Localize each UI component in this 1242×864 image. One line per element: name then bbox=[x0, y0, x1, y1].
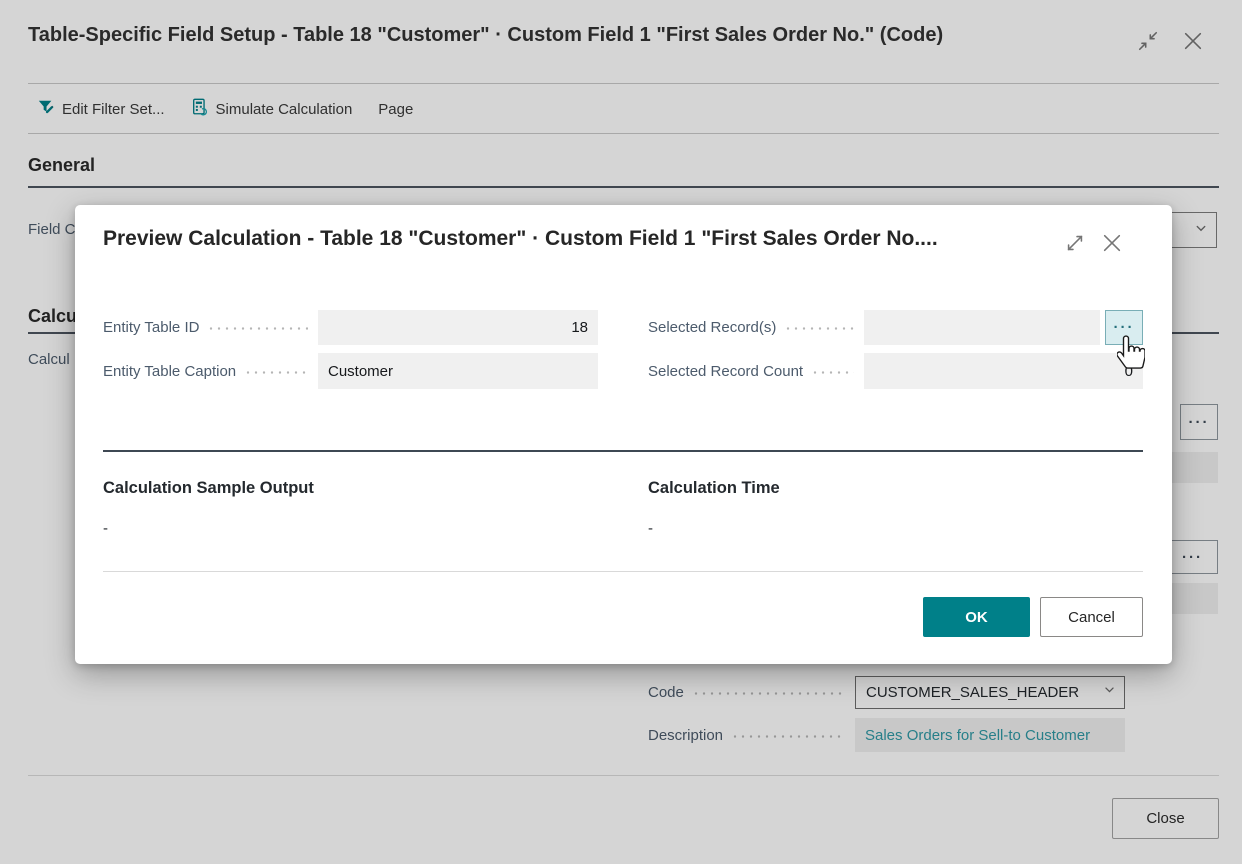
entity-table-caption-field[interactable]: Customer bbox=[318, 353, 598, 389]
dialog-section-rule bbox=[103, 450, 1143, 452]
dotted-leader bbox=[207, 327, 308, 330]
divider bbox=[103, 571, 1143, 572]
dotted-leader bbox=[244, 371, 308, 374]
ok-button[interactable]: OK bbox=[923, 597, 1030, 637]
cancel-button-label: Cancel bbox=[1068, 609, 1115, 626]
entity-table-id-row: Entity Table ID 18 bbox=[103, 310, 598, 345]
selected-record-count-value: 0 bbox=[1125, 363, 1133, 380]
calculation-time-value: - bbox=[648, 520, 653, 537]
entity-table-caption-row: Entity Table Caption Customer bbox=[103, 353, 598, 389]
selected-record-count-label: Selected Record Count bbox=[648, 363, 803, 380]
entity-table-id-label: Entity Table ID bbox=[103, 319, 199, 336]
calculation-sample-output-value: - bbox=[103, 520, 108, 537]
selected-records-label: Selected Record(s) bbox=[648, 319, 776, 336]
selected-records-row: Selected Record(s) ··· bbox=[648, 310, 1143, 345]
entity-table-id-field[interactable]: 18 bbox=[318, 310, 598, 345]
close-dialog-icon[interactable] bbox=[1100, 231, 1124, 255]
preview-calculation-dialog: Preview Calculation - Table 18 "Customer… bbox=[75, 205, 1172, 664]
entity-table-caption-label: Entity Table Caption bbox=[103, 363, 236, 380]
calculation-time-header: Calculation Time bbox=[648, 479, 780, 498]
ellipsis-icon: ··· bbox=[1114, 320, 1135, 335]
expand-dialog-icon[interactable] bbox=[1063, 231, 1087, 255]
calculation-sample-output-header: Calculation Sample Output bbox=[103, 479, 314, 498]
selected-records-assist-button[interactable]: ··· bbox=[1105, 310, 1143, 345]
dotted-leader bbox=[811, 371, 854, 374]
selected-record-count-field[interactable]: 0 bbox=[864, 353, 1143, 389]
ok-button-label: OK bbox=[965, 609, 988, 626]
dialog-title: Preview Calculation - Table 18 "Customer… bbox=[103, 227, 938, 251]
cancel-button[interactable]: Cancel bbox=[1040, 597, 1143, 637]
entity-table-id-value: 18 bbox=[571, 319, 588, 336]
selected-record-count-row: Selected Record Count 0 bbox=[648, 353, 1143, 389]
selected-records-field[interactable] bbox=[864, 310, 1100, 345]
screen: Table-Specific Field Setup - Table 18 "C… bbox=[0, 0, 1242, 864]
entity-table-caption-value: Customer bbox=[328, 363, 393, 380]
dotted-leader bbox=[784, 327, 854, 330]
